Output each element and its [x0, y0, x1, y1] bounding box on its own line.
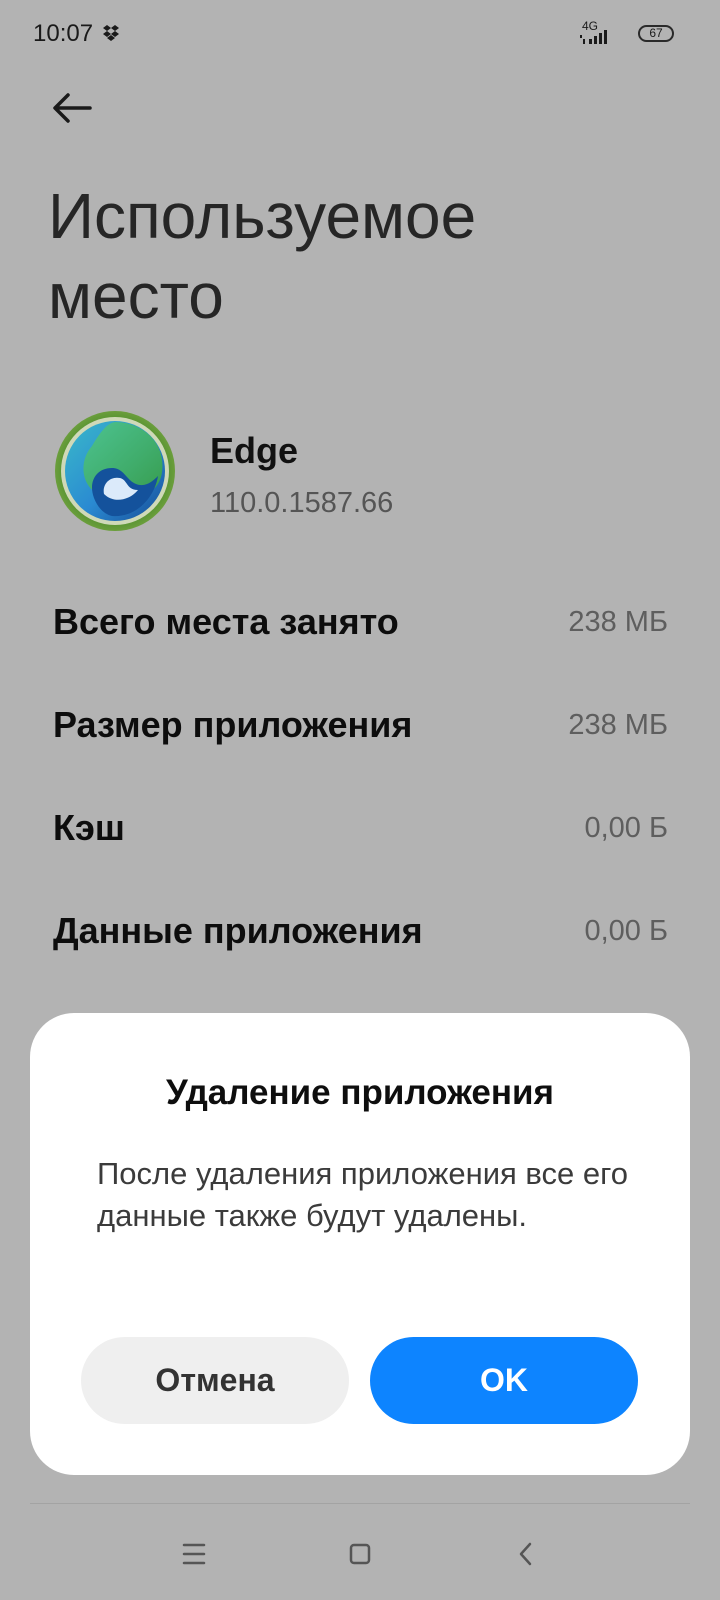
- dropbox-icon: [103, 25, 119, 41]
- ok-button[interactable]: OK: [370, 1337, 638, 1424]
- home-icon: [349, 1543, 371, 1565]
- storage-value: 0,00 Б: [584, 812, 668, 844]
- storage-value: 238 МБ: [568, 606, 668, 638]
- status-time: 10:07: [33, 20, 94, 47]
- battery-icon: 67: [638, 25, 674, 42]
- storage-label: Данные приложения: [53, 910, 423, 951]
- storage-label: Размер приложения: [53, 704, 413, 745]
- cancel-button[interactable]: Отмена: [81, 1337, 349, 1424]
- storage-label: Всего места занято: [53, 601, 399, 642]
- back-icon: [519, 1542, 532, 1566]
- home-button[interactable]: [330, 1533, 390, 1575]
- menu-icon: [182, 1543, 206, 1565]
- uninstall-dialog: Удаление приложения После удаления прило…: [30, 1013, 690, 1475]
- edge-app-icon: [55, 411, 175, 531]
- dialog-message: После удаления приложения все его данные…: [97, 1156, 628, 1233]
- app-name: Edge: [210, 430, 299, 471]
- storage-label: Кэш: [53, 807, 125, 848]
- storage-value: 0,00 Б: [584, 915, 668, 947]
- signal-icon: [580, 30, 607, 44]
- storage-row-cache: Кэш 0,00 Б: [53, 807, 668, 867]
- storage-row-app-data: Данные приложения 0,00 Б: [53, 910, 668, 970]
- dialog-title: Удаление приложения: [166, 1073, 554, 1112]
- status-bar: 10:07 4G 67: [0, 0, 720, 70]
- recent-apps-button[interactable]: [164, 1533, 224, 1575]
- system-back-button[interactable]: [496, 1533, 556, 1575]
- page-title: Используемое место: [48, 180, 477, 332]
- arrow-left-icon: [53, 93, 92, 123]
- nav-divider: [30, 1503, 690, 1504]
- storage-row-total: Всего места занято 238 МБ: [53, 601, 668, 661]
- back-button[interactable]: [48, 82, 100, 134]
- storage-value: 238 МБ: [568, 709, 668, 741]
- app-version: 110.0.1587.66: [210, 487, 394, 519]
- storage-row-app-size: Размер приложения 238 МБ: [53, 704, 668, 764]
